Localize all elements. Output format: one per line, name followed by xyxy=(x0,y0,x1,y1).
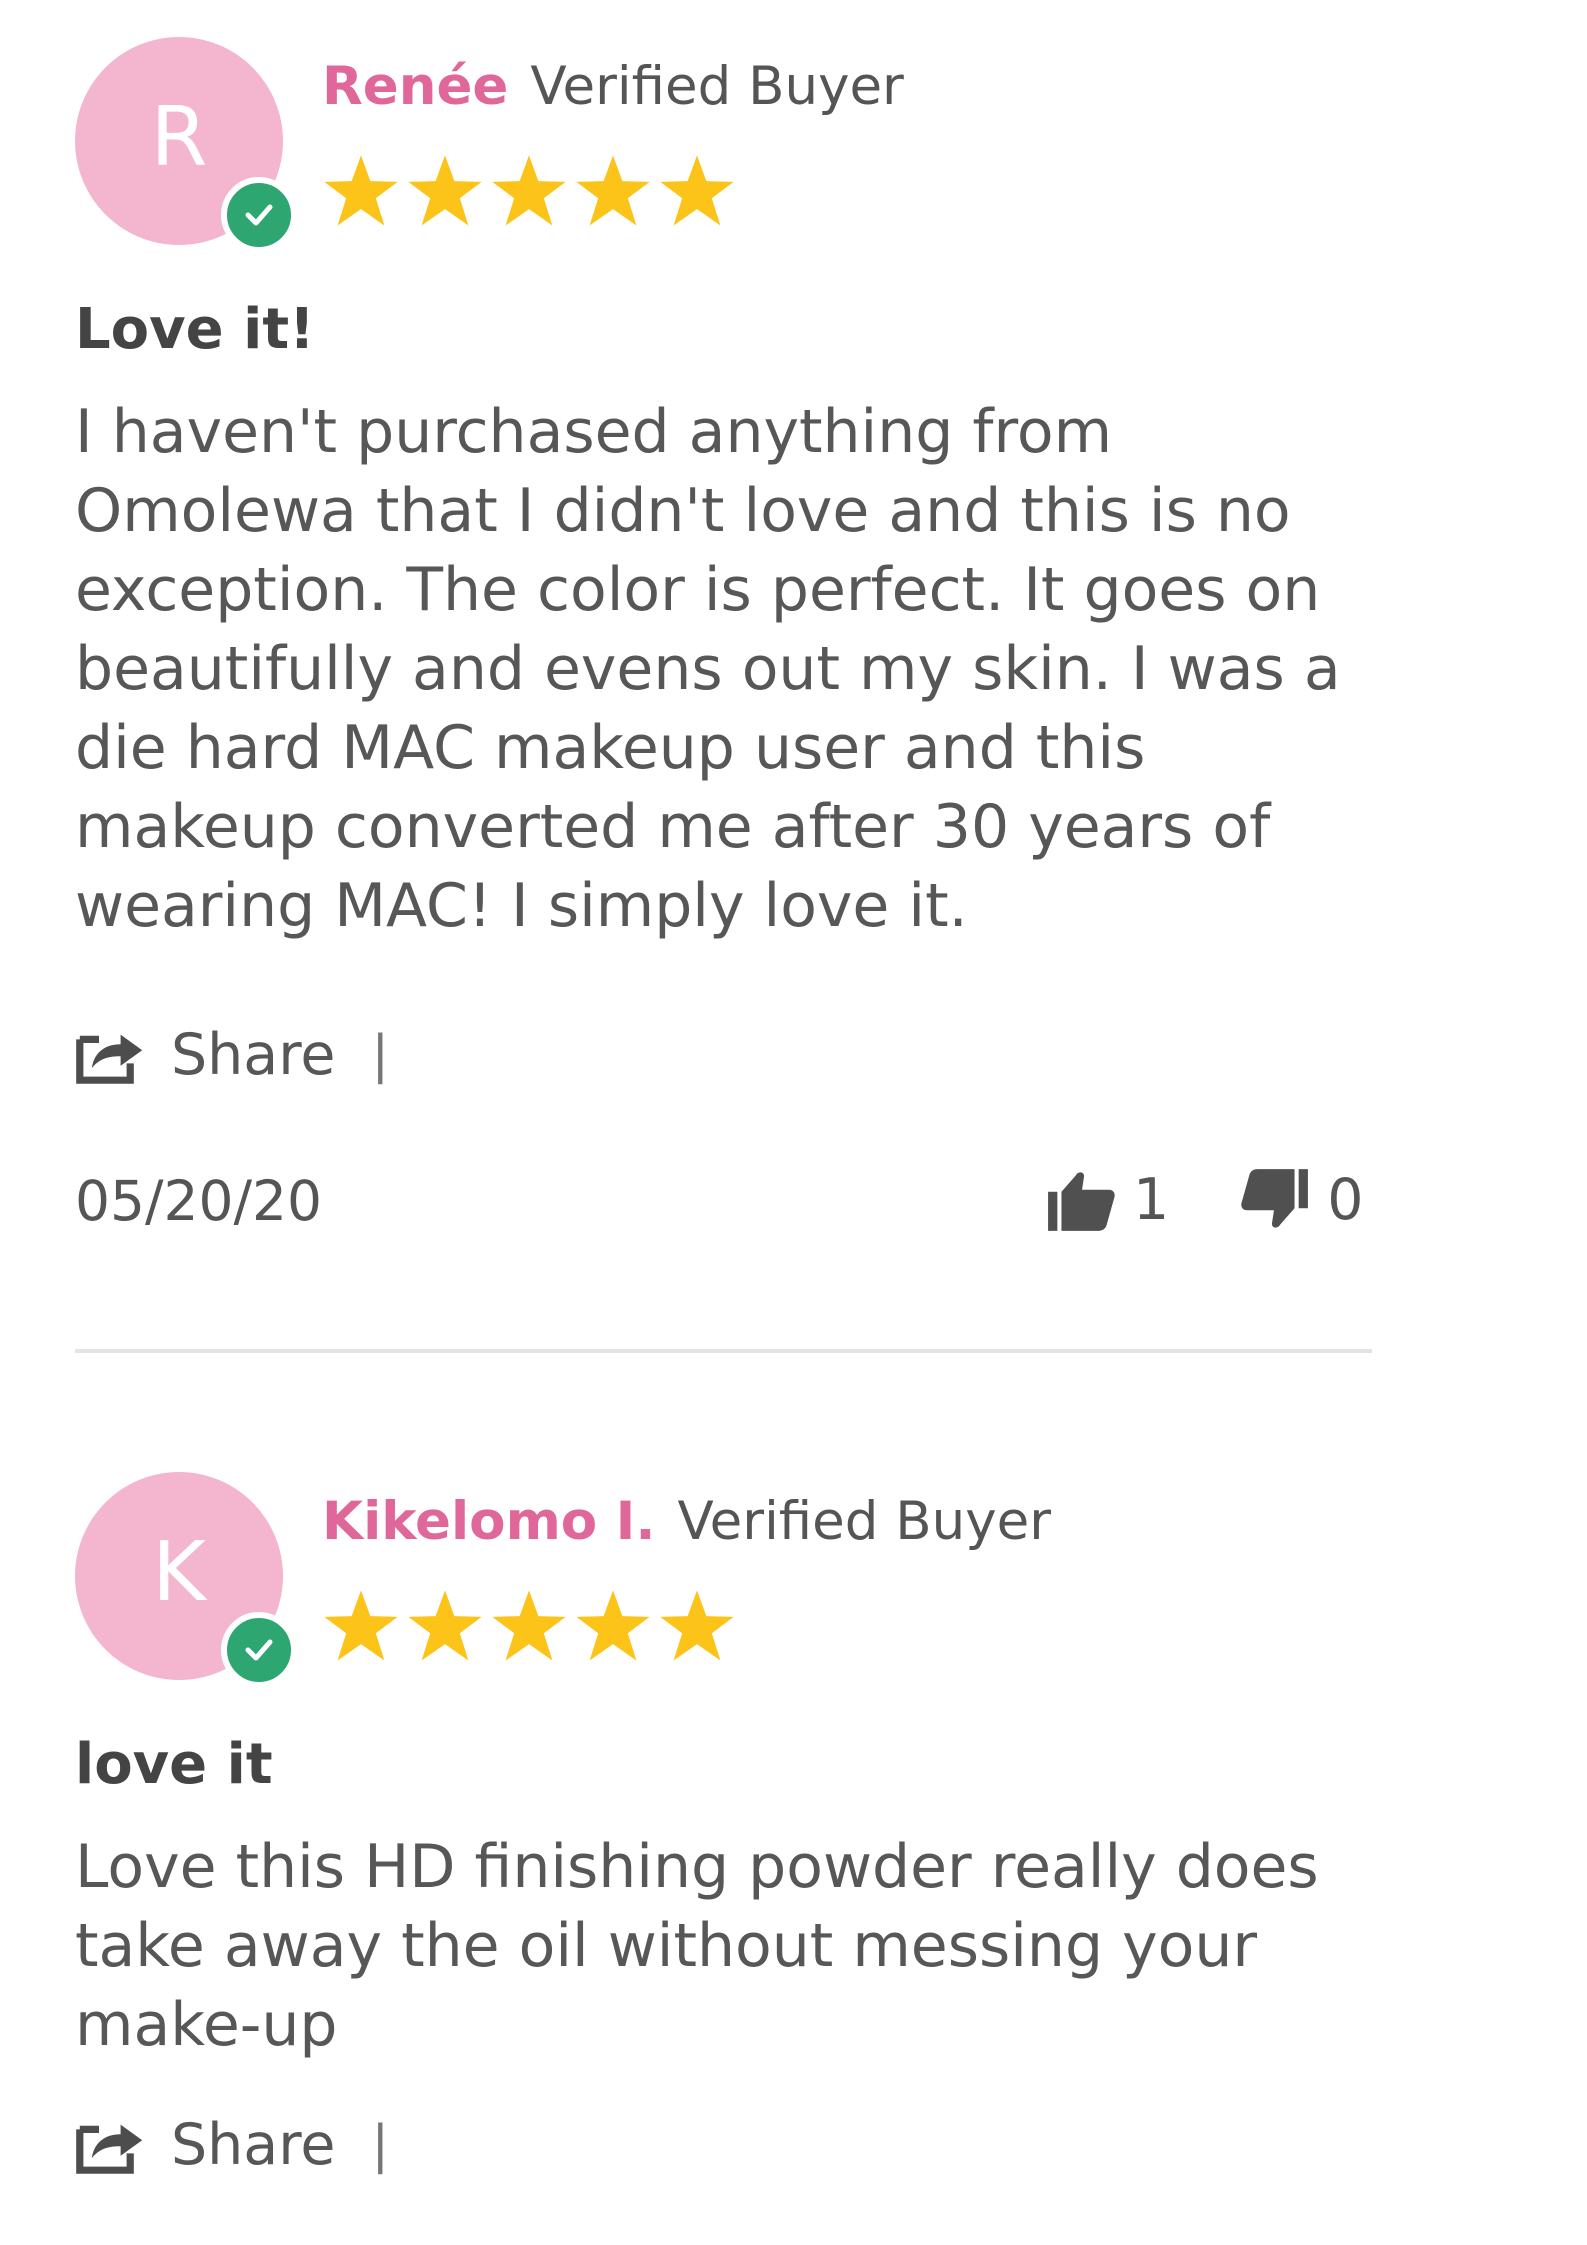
divider xyxy=(75,1349,1372,1353)
separator: | xyxy=(371,1025,390,1085)
thumbs-up-count: 1 xyxy=(1133,1167,1170,1233)
vote-controls: 1 0 xyxy=(1045,1167,1364,1233)
review-body: I haven't purchased anything from Omolew… xyxy=(75,397,1341,941)
star-icon xyxy=(574,153,652,231)
share-row: Share | xyxy=(75,2112,389,2178)
star-icon xyxy=(406,153,484,231)
check-circle-icon xyxy=(221,177,297,253)
share-button[interactable]: Share xyxy=(171,1022,336,1088)
avatar-letter: K xyxy=(152,1524,206,1620)
review-card: R Renée Verified Buyer Love it! I haven't… xyxy=(75,37,1375,1277)
reviewer-name[interactable]: Kikelomo I. xyxy=(322,1491,656,1552)
star-icon xyxy=(490,153,568,231)
reviewer-name[interactable]: Renée xyxy=(322,56,508,117)
star-icon xyxy=(658,153,736,231)
share-row: Share | xyxy=(75,1022,389,1088)
share-icon[interactable] xyxy=(75,2115,147,2175)
star-icon xyxy=(490,1588,568,1666)
verified-buyer-label: Verified Buyer xyxy=(677,1491,1051,1552)
star-icon xyxy=(406,1588,484,1666)
reviewer-header: Kikelomo I. Verified Buyer xyxy=(322,1490,1051,1554)
thumbs-up-icon[interactable] xyxy=(1045,1167,1117,1233)
thumbs-down-icon[interactable] xyxy=(1239,1167,1311,1233)
reviewer-header: Renée Verified Buyer xyxy=(322,55,904,119)
share-button[interactable]: Share xyxy=(171,2112,336,2178)
star-icon xyxy=(322,1588,400,1666)
star-icon xyxy=(322,153,400,231)
star-icon xyxy=(574,1588,652,1666)
star-rating xyxy=(322,1588,736,1666)
verified-buyer-label: Verified Buyer xyxy=(530,56,904,117)
review-date: 05/20/20 xyxy=(75,1169,323,1233)
review-card: K Kikelomo I. Verified Buyer love it Love… xyxy=(75,1472,1375,2212)
separator: | xyxy=(371,2115,390,2175)
thumbs-down-count: 0 xyxy=(1327,1167,1364,1233)
review-body: Love this HD finishing powder really doe… xyxy=(75,1832,1319,2060)
check-circle-icon xyxy=(221,1612,297,1688)
review-title: Love it! xyxy=(75,297,315,362)
star-icon xyxy=(658,1588,736,1666)
review-title: love it xyxy=(75,1732,273,1797)
share-icon[interactable] xyxy=(75,1025,147,1085)
avatar-letter: R xyxy=(150,89,208,185)
star-rating xyxy=(322,153,736,231)
